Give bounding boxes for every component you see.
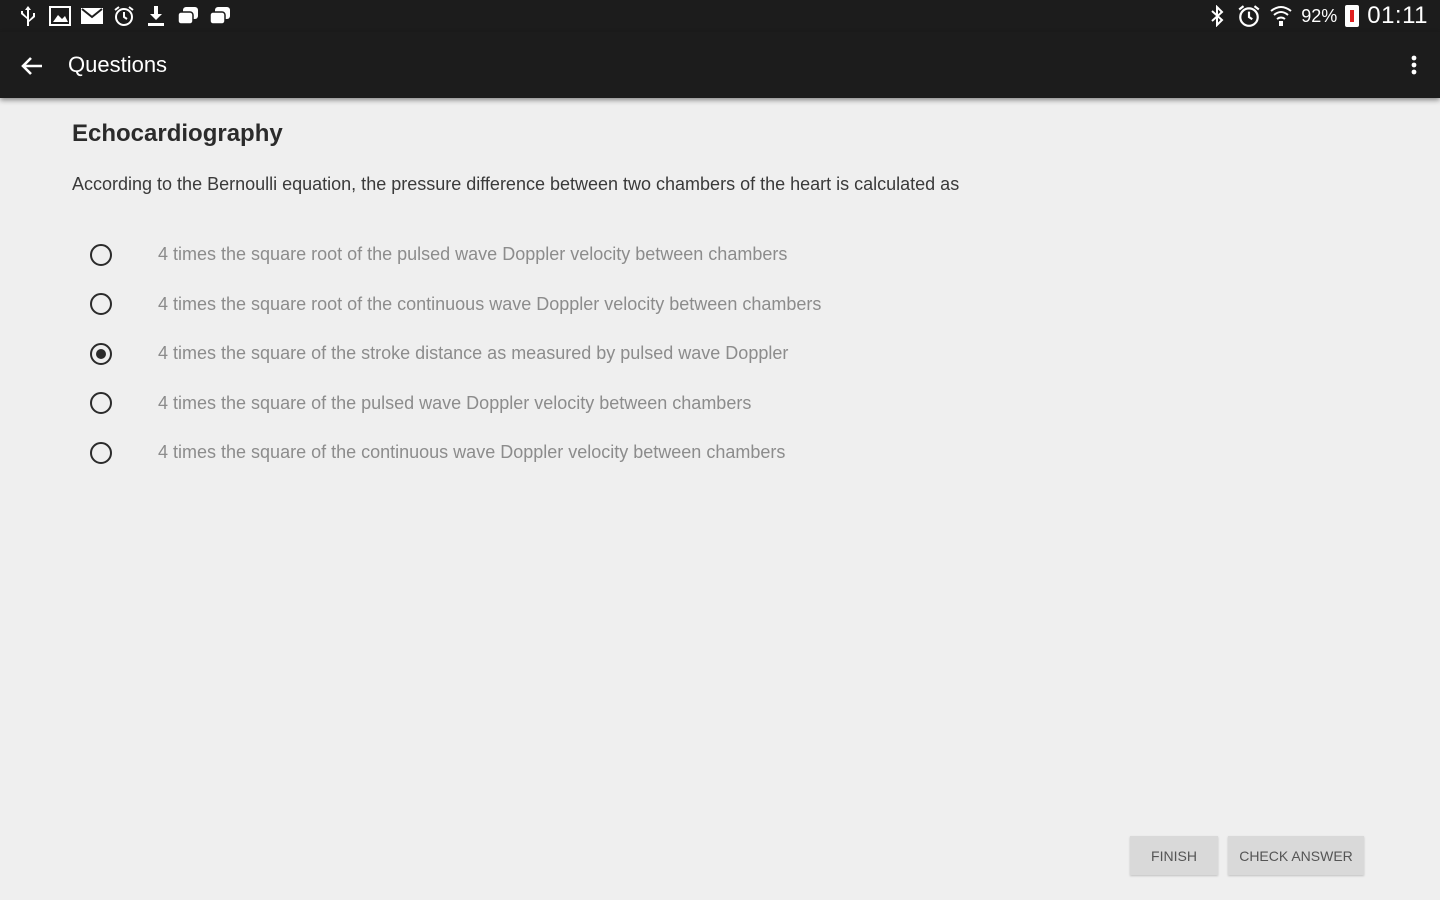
answer-option[interactable]: 4 times the square of the stroke distanc… [88,329,821,379]
bluetooth-icon [1205,4,1229,28]
app-bar: Questions [0,32,1440,98]
answer-option-label: 4 times the square of the pulsed wave Do… [158,392,752,413]
radio-button[interactable] [90,243,112,266]
notification-icon [208,4,232,28]
gallery-icon [48,4,72,28]
radio-button[interactable] [90,392,112,415]
overflow-menu-icon[interactable] [1402,52,1426,80]
battery-percent: 92% [1301,5,1338,26]
notification-icons [16,4,232,28]
alarm-icon [1237,4,1261,28]
check-answer-button[interactable]: CHECK ANSWER [1228,836,1364,875]
answer-option-label: 4 times the square of the continuous wav… [158,442,786,463]
radio-button[interactable] [90,441,112,464]
wifi-icon [1269,4,1293,28]
system-status-icons: 92% 01:11 [1205,2,1428,30]
answer-option-label: 4 times the square root of the continuou… [158,293,822,314]
radio-button-selected[interactable] [90,342,112,365]
radio-button[interactable] [90,293,112,316]
answer-option[interactable]: 4 times the square of the pulsed wave Do… [88,379,821,429]
quiz-topic: Echocardiography [72,120,283,147]
answer-options: 4 times the square root of the pulsed wa… [88,230,821,478]
answer-option-label: 4 times the square of the stroke distanc… [158,343,789,364]
arrow-back-icon[interactable] [16,50,48,82]
answer-option[interactable]: 4 times the square root of the continuou… [88,280,821,330]
question-text: According to the Bernoulli equation, the… [72,174,960,194]
quiz-content: Echocardiography According to the Bernou… [72,120,1400,195]
answer-option-label: 4 times the square root of the pulsed wa… [158,244,788,265]
answer-option[interactable]: 4 times the square of the continuous wav… [88,428,821,478]
finish-button[interactable]: FINISH [1130,836,1218,875]
clock: 01:11 [1367,2,1428,29]
usb-icon [16,4,40,28]
notification-icon [176,4,200,28]
download-icon [144,4,168,28]
answer-option[interactable]: 4 times the square root of the pulsed wa… [88,230,821,280]
mail-icon [80,4,104,28]
status-bar: 92% 01:11 [0,0,1440,32]
page-title: Questions [68,52,168,77]
alarm-icon [112,4,136,28]
battery-icon [1345,5,1360,27]
